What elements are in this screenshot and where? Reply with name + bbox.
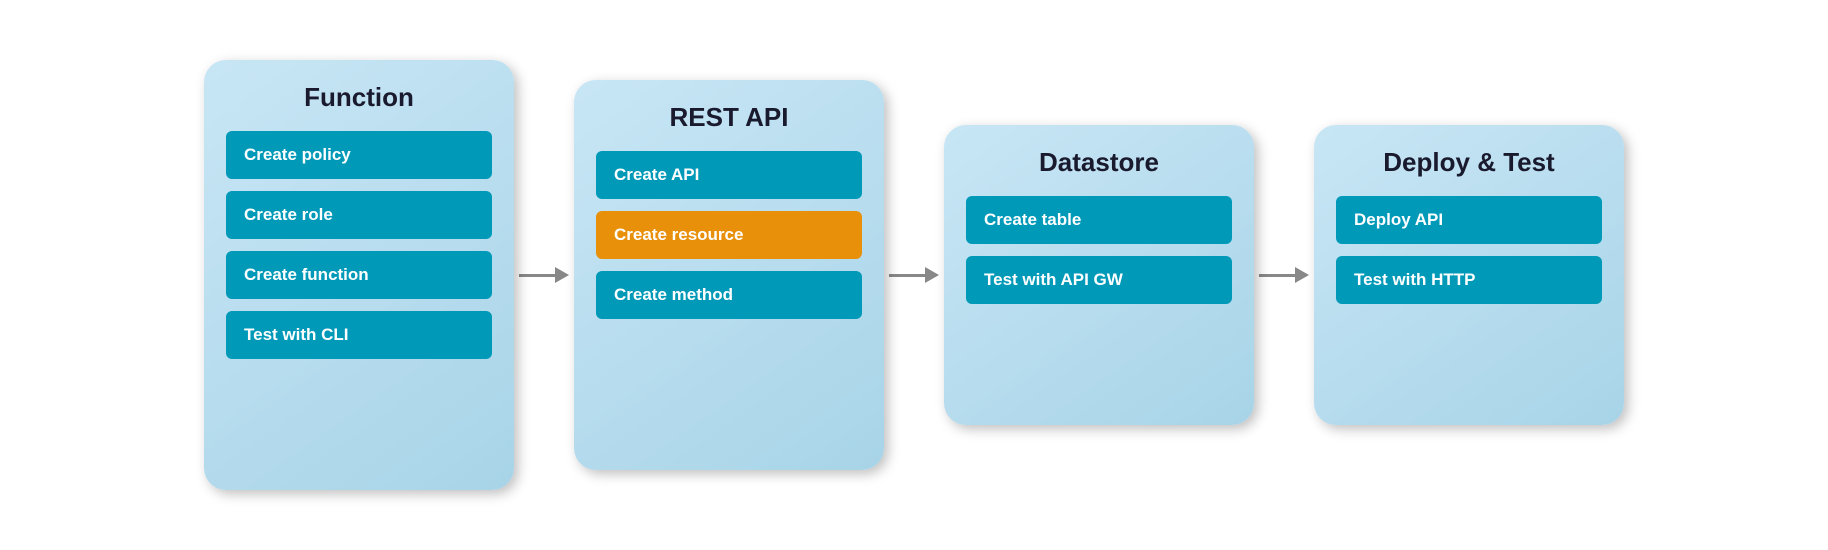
panel-datastore: Datastore Create table Test with API GW: [944, 125, 1254, 425]
arrow-head-3: [1295, 267, 1309, 283]
panel-rest-api-title: REST API: [670, 102, 789, 133]
btn-create-method[interactable]: Create method: [596, 271, 862, 319]
btn-deploy-api[interactable]: Deploy API: [1336, 196, 1602, 244]
panel-rest-api-buttons: Create API Create resource Create method: [596, 151, 862, 319]
btn-create-api[interactable]: Create API: [596, 151, 862, 199]
btn-create-table[interactable]: Create table: [966, 196, 1232, 244]
btn-create-resource[interactable]: Create resource: [596, 211, 862, 259]
arrow-2: [884, 267, 944, 283]
panel-deploy-test-buttons: Deploy API Test with HTTP: [1336, 196, 1602, 304]
panel-deploy-test-title: Deploy & Test: [1383, 147, 1554, 178]
arrow-shape-1: [519, 267, 569, 283]
panel-function-buttons: Create policy Create role Create functio…: [226, 131, 492, 359]
arrow-line-3: [1259, 274, 1295, 277]
diagram: Function Create policy Create role Creat…: [164, 40, 1664, 510]
panel-rest-api: REST API Create API Create resource Crea…: [574, 80, 884, 470]
btn-test-api-gw[interactable]: Test with API GW: [966, 256, 1232, 304]
btn-test-http[interactable]: Test with HTTP: [1336, 256, 1602, 304]
panel-datastore-title: Datastore: [1039, 147, 1159, 178]
panel-function: Function Create policy Create role Creat…: [204, 60, 514, 490]
panel-function-title: Function: [304, 82, 414, 113]
panel-datastore-buttons: Create table Test with API GW: [966, 196, 1232, 304]
arrow-shape-3: [1259, 267, 1309, 283]
arrow-head-2: [925, 267, 939, 283]
arrow-line-1: [519, 274, 555, 277]
arrow-3: [1254, 267, 1314, 283]
arrow-head-1: [555, 267, 569, 283]
arrow-shape-2: [889, 267, 939, 283]
btn-create-policy[interactable]: Create policy: [226, 131, 492, 179]
panel-deploy-test: Deploy & Test Deploy API Test with HTTP: [1314, 125, 1624, 425]
btn-create-function[interactable]: Create function: [226, 251, 492, 299]
btn-create-role[interactable]: Create role: [226, 191, 492, 239]
arrow-1: [514, 267, 574, 283]
arrow-line-2: [889, 274, 925, 277]
btn-test-cli[interactable]: Test with CLI: [226, 311, 492, 359]
